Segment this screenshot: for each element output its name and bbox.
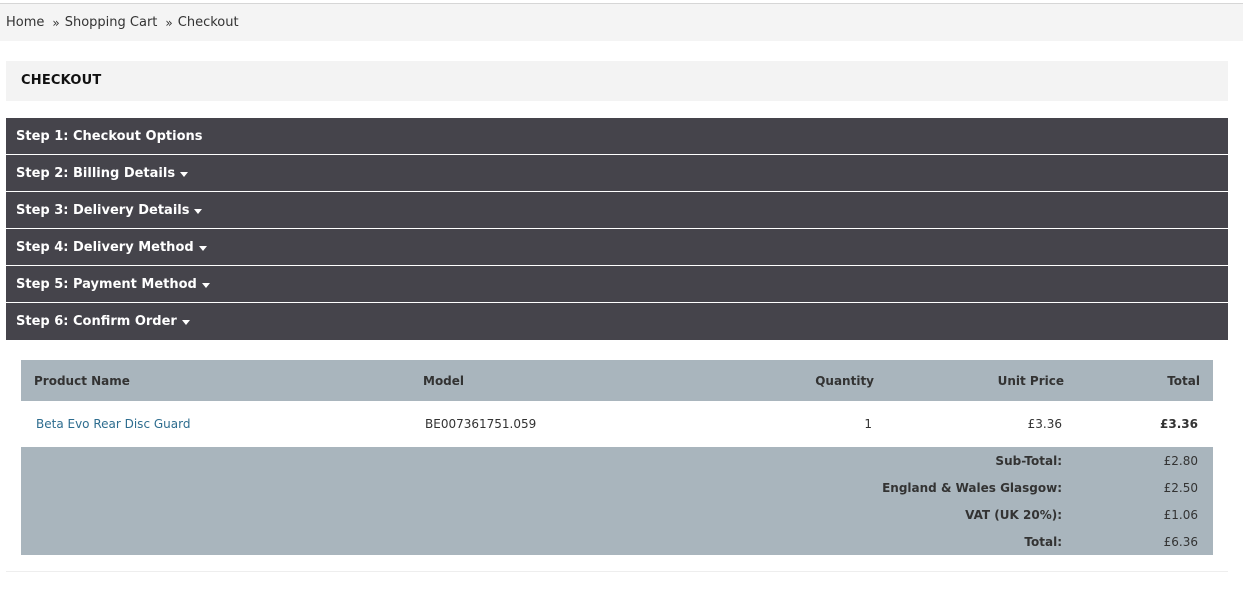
totals-row-vat: VAT (UK 20%): £1.06 (21, 501, 1213, 528)
column-header-model: Model (423, 373, 465, 388)
unit-price-cell: £3.36 (1027, 417, 1062, 431)
column-header-total: Total (1167, 373, 1200, 388)
totals-value: £6.36 (1163, 534, 1198, 549)
page-title-box: CHECKOUT (6, 61, 1228, 101)
order-summary-table: Product Name Model Quantity Unit Price T… (21, 360, 1213, 555)
step-payment-method[interactable]: Step 5: Payment Method (6, 266, 1228, 303)
totals-row-total: Total: £6.36 (21, 528, 1213, 555)
model-cell: BE007361751.059 (425, 417, 537, 431)
totals-value: £2.80 (1163, 453, 1198, 468)
caret-down-icon (194, 208, 203, 214)
totals-row-subtotal: Sub-Total: £2.80 (21, 447, 1213, 474)
step-label: Step 2: Billing Details (16, 165, 176, 181)
totals-label: Total: (1024, 534, 1062, 549)
breadcrumb-separator: » (165, 15, 173, 30)
caret-down-icon (181, 320, 190, 325)
breadcrumb-shopping-cart-link[interactable]: Shopping Cart (65, 15, 158, 30)
step-billing-details[interactable]: Step 2: Billing Details (6, 155, 1228, 192)
step-label: Step 6: Confirm Order (16, 314, 177, 329)
totals-row-shipping: England & Wales Glasgow: £2.50 (21, 474, 1213, 501)
column-header-quantity: Quantity (815, 373, 874, 388)
product-name-cell: Beta Evo Rear Disc Guard (21, 401, 410, 447)
confirm-order-panel: Product Name Model Quantity Unit Price T… (6, 345, 1228, 572)
step-label: Step 3: Delivery Details (16, 202, 190, 218)
column-header-unit-price: Unit Price (997, 373, 1064, 388)
checkout-steps: Step 1: Checkout Options Step 2: Billing… (6, 118, 1228, 340)
totals-label: Sub-Total: (995, 453, 1062, 468)
breadcrumb-separator: » (52, 15, 60, 30)
step-delivery-method[interactable]: Step 4: Delivery Method (6, 229, 1228, 266)
table-header-row: Product Name Model Quantity Unit Price T… (21, 360, 1213, 401)
breadcrumb-checkout-link[interactable]: Checkout (178, 15, 239, 30)
breadcrumb-bar: Home » Shopping Cart » Checkout (0, 4, 1243, 41)
breadcrumb-home-link[interactable]: Home (6, 15, 44, 30)
quantity-cell: 1 (864, 417, 872, 431)
table-row: Beta Evo Rear Disc Guard BE007361751.059… (21, 401, 1213, 447)
step-checkout-options[interactable]: Step 1: Checkout Options (6, 118, 1228, 155)
step-confirm-order[interactable]: Step 6: Confirm Order (6, 303, 1228, 340)
totals-label: England & Wales Glasgow: (882, 480, 1062, 495)
step-label: Step 4: Delivery Method (16, 239, 194, 255)
totals-value: £1.06 (1163, 507, 1198, 522)
total-cell: £3.36 (1160, 417, 1198, 431)
caret-down-icon (201, 282, 210, 288)
totals-label: VAT (UK 20%): (965, 507, 1062, 522)
caret-down-icon (180, 171, 189, 177)
totals-value: £2.50 (1163, 480, 1198, 495)
page-title: CHECKOUT (21, 73, 102, 88)
product-link[interactable]: Beta Evo Rear Disc Guard (36, 417, 190, 431)
column-header-product-name: Product Name (34, 373, 130, 388)
step-delivery-details[interactable]: Step 3: Delivery Details (6, 192, 1228, 229)
caret-down-icon (198, 245, 207, 251)
breadcrumb: Home » Shopping Cart » Checkout (6, 15, 239, 30)
step-label: Step 1: Checkout Options (16, 128, 203, 144)
step-label: Step 5: Payment Method (16, 276, 197, 292)
